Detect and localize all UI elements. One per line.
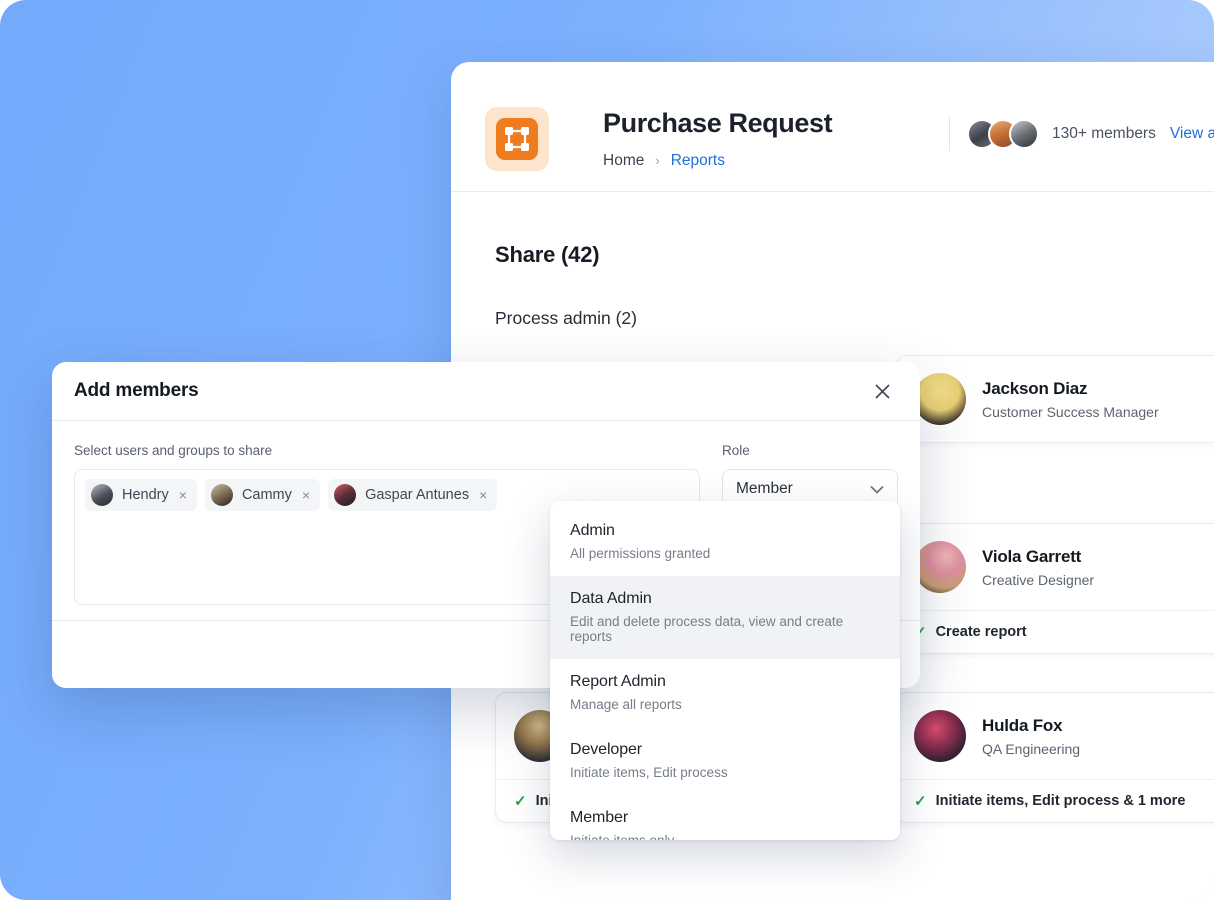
chip-label: Hendry — [122, 487, 169, 503]
process-app-icon-glyph — [496, 118, 538, 160]
remove-chip-icon[interactable]: × — [178, 488, 188, 502]
member-card-header: Viola Garrett Creative Designer ••• — [896, 524, 1214, 610]
remove-chip-icon[interactable]: × — [478, 488, 488, 502]
user-select-label: Select users and groups to share — [74, 443, 273, 458]
role-option-member[interactable]: Member Initiate items only — [550, 795, 900, 840]
chevron-right-icon: › — [655, 153, 660, 169]
permission-text: Initiate items, Edit process & 1 more — [935, 793, 1186, 809]
role-option-name: Data Admin — [570, 590, 652, 607]
app-header: Purchase Request Home › Reports 130+ mem… — [451, 62, 1214, 192]
role-option-developer[interactable]: Developer Initiate items, Edit process — [550, 727, 900, 795]
member-name: Jackson Diaz — [982, 378, 1088, 398]
close-icon[interactable] — [868, 377, 896, 405]
role-option-desc: Initiate items only — [570, 833, 880, 840]
member-card[interactable]: Viola Garrett Creative Designer ••• ✓ Cr… — [895, 523, 1214, 654]
member-role: Customer Success Manager — [982, 403, 1159, 420]
member-name: Hulda Fox — [982, 715, 1063, 735]
breadcrumb-reports[interactable]: Reports — [671, 152, 725, 170]
header-divider — [949, 117, 951, 151]
user-chip[interactable]: Hendry × — [85, 479, 197, 511]
member-card-permissions: ✓ Create report — [896, 610, 1214, 653]
role-option-admin[interactable]: Admin All permissions granted — [550, 508, 900, 576]
role-option-name: Admin — [570, 522, 615, 539]
role-option-desc: Initiate items, Edit process — [570, 765, 728, 780]
member-avatar-stack[interactable] — [967, 119, 1040, 149]
check-icon: ✓ — [514, 792, 527, 810]
screen-background: Purchase Request Home › Reports 130+ mem… — [0, 0, 1214, 900]
dialog-title: Add members — [74, 380, 199, 401]
check-icon: ✓ — [914, 792, 927, 810]
role-option-name: Developer — [570, 741, 643, 758]
role-label: Role — [722, 443, 750, 458]
role-option-data-admin[interactable]: Data Admin Edit and delete process data,… — [550, 576, 900, 659]
member-name: Viola Garrett — [982, 546, 1082, 566]
view-all-members-link[interactable]: View all — [1170, 125, 1214, 143]
breadcrumb: Home › Reports — [603, 152, 832, 170]
avatar — [914, 710, 966, 762]
role-option-desc: Edit and delete process data, view and c… — [570, 614, 844, 644]
members-summary: 130+ members View all — [949, 117, 1214, 151]
process-admin-section-label: Process admin (2) — [495, 308, 637, 328]
avatar — [91, 484, 113, 506]
user-chip[interactable]: Gaspar Antunes × — [328, 479, 498, 511]
avatar — [914, 541, 966, 593]
share-heading: Share (42) — [495, 242, 600, 267]
member-card[interactable]: Jackson Diaz Customer Success Manager ••… — [895, 355, 1214, 443]
breadcrumb-home[interactable]: Home — [603, 152, 644, 170]
role-selected-value: Member — [736, 480, 793, 497]
avatar — [210, 484, 233, 506]
role-option-report-admin[interactable]: Report Admin Manage all reports — [550, 659, 900, 727]
remove-chip-icon[interactable]: × — [301, 488, 311, 502]
chevron-down-icon — [870, 485, 884, 494]
role-option-desc: Manage all reports — [570, 697, 682, 712]
role-option-name: Member — [570, 809, 629, 826]
user-chip[interactable]: Cammy × — [204, 479, 321, 511]
member-role: Creative Designer — [982, 571, 1095, 588]
close-icon-glyph — [874, 383, 890, 399]
member-card-header: Hulda Fox QA Engineering ••• — [896, 693, 1214, 779]
chip-label: Cammy — [241, 487, 292, 503]
dialog-header: Add members — [52, 362, 920, 421]
app-title-block: Purchase Request Home › Reports — [603, 107, 833, 170]
member-card-header: Jackson Diaz Customer Success Manager ••… — [896, 356, 1214, 442]
avatar — [334, 484, 357, 506]
avatar — [914, 373, 966, 425]
avatar — [1009, 119, 1040, 149]
member-count-label: 130+ members — [1052, 125, 1156, 142]
chip-label: Gaspar Antunes — [365, 487, 470, 503]
role-options-menu: Admin All permissions granted Data Admin… — [550, 501, 900, 840]
page-title: Purchase Request — [603, 108, 833, 138]
process-app-icon — [485, 107, 549, 171]
role-option-desc: All permissions granted — [570, 546, 711, 561]
permission-text: Create report — [935, 624, 1027, 640]
role-option-name: Report Admin — [570, 673, 666, 690]
member-card[interactable]: Hulda Fox QA Engineering ••• ✓ Initiate … — [895, 692, 1214, 823]
member-card-permissions: ✓ Initiate items, Edit process & 1 more — [896, 779, 1214, 822]
member-role: QA Engineering — [982, 740, 1081, 757]
